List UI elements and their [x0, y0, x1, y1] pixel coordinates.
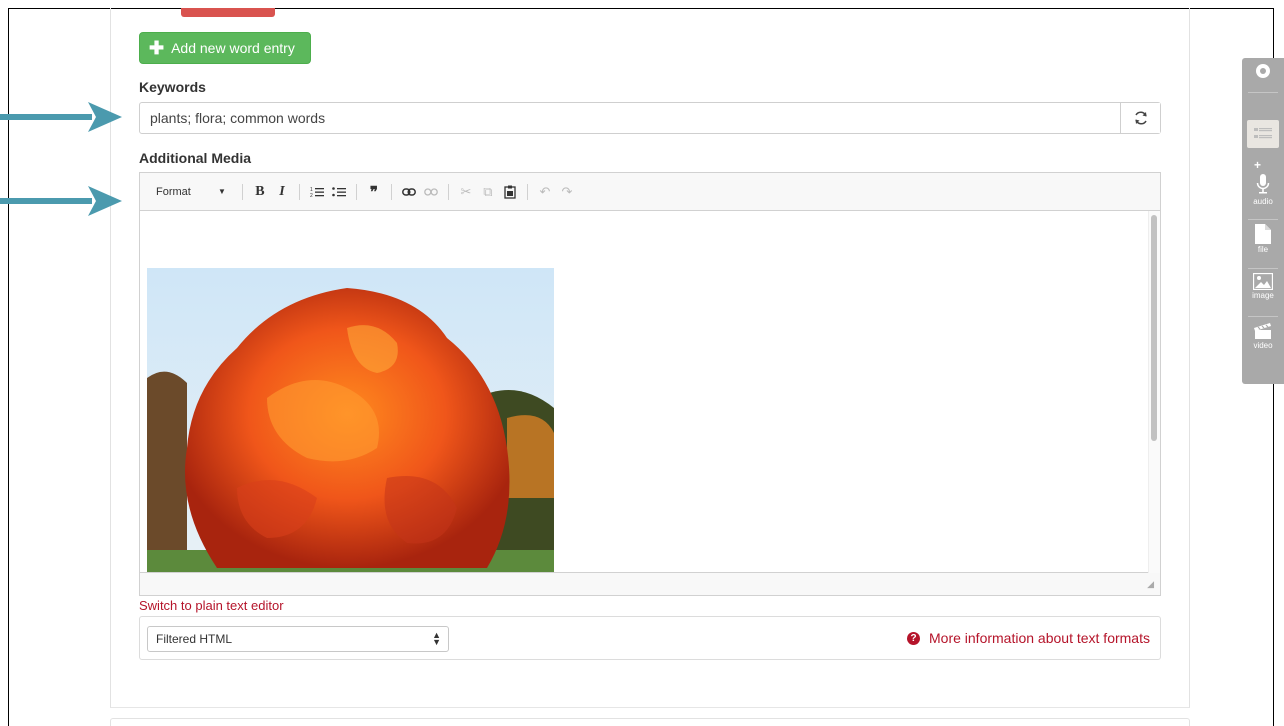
numbered-list-icon[interactable]: 12	[306, 181, 328, 203]
blockquote-icon[interactable]: ❞	[363, 181, 385, 203]
toolbar-separator	[298, 183, 300, 200]
audio-label: audio	[1253, 197, 1273, 206]
next-panel	[110, 718, 1190, 726]
add-video-button[interactable]: video	[1242, 322, 1284, 350]
image-label: image	[1252, 291, 1274, 300]
paste-icon[interactable]	[499, 181, 521, 203]
text-format-select-value: Filtered HTML	[156, 632, 233, 646]
unlink-icon[interactable]	[420, 181, 442, 203]
arrow-keywords-icon	[0, 102, 122, 132]
toolbar-separator	[390, 183, 392, 200]
arrow-media-icon	[0, 186, 122, 216]
add-icon: +	[1254, 158, 1262, 172]
add-word-entry-button[interactable]: ✚ Add new word entry	[139, 32, 311, 64]
chevron-down-icon[interactable]: ▼	[218, 187, 226, 196]
text-format-select[interactable]: Filtered HTML ▲ ▼	[147, 626, 449, 652]
cog-icon	[1256, 64, 1270, 78]
add-word-entry-label: Add new word entry	[171, 40, 295, 56]
rich-text-editor: Format ▼ B I 12 ❞ ✂ ⧉ ↶ ↷ ◢	[139, 172, 1161, 596]
toolbar-separator	[241, 183, 243, 200]
media-sidebar: + audio file image video	[1242, 58, 1284, 384]
editor-scrollbar-thumb[interactable]	[1151, 215, 1157, 441]
video-label: video	[1253, 341, 1273, 350]
sidebar-toggle[interactable]	[1242, 58, 1284, 84]
bullet-list-icon[interactable]	[328, 181, 350, 203]
image-icon	[1253, 273, 1273, 290]
redo-icon[interactable]: ↷	[556, 181, 578, 203]
text-format-box: Filtered HTML ▲ ▼ ? More information abou…	[139, 616, 1161, 660]
add-image-button[interactable]: image	[1242, 273, 1284, 300]
editor-content-area[interactable]	[140, 211, 1160, 573]
toolbar-separator	[447, 183, 449, 200]
switch-plain-text-link[interactable]: Switch to plain text editor	[139, 598, 284, 613]
question-icon: ?	[907, 631, 920, 645]
more-info-label: More information about text formats	[929, 630, 1150, 646]
additional-media-label: Additional Media	[139, 150, 251, 166]
resize-handle-icon[interactable]: ◢	[1147, 579, 1154, 590]
sidebar-divider	[1248, 316, 1278, 317]
undo-icon[interactable]: ↶	[534, 181, 556, 203]
editor-toolbar: Format ▼ B I 12 ❞ ✂ ⧉ ↶ ↷	[140, 173, 1160, 211]
format-dropdown[interactable]: Format	[156, 186, 218, 198]
refresh-icon	[1134, 111, 1147, 125]
clapperboard-icon	[1254, 323, 1271, 339]
add-audio-button[interactable]: + audio	[1242, 158, 1284, 206]
sidebar-divider	[1248, 268, 1278, 269]
add-file-button[interactable]: file	[1242, 224, 1284, 254]
select-arrows-icon: ▲ ▼	[432, 630, 441, 647]
bold-icon[interactable]: B	[249, 181, 271, 203]
microphone-icon	[1256, 174, 1270, 194]
list-icon	[1254, 128, 1272, 139]
sidebar-divider	[1248, 92, 1278, 93]
list-view-button[interactable]	[1247, 120, 1279, 148]
file-icon	[1255, 224, 1271, 244]
remove-button-partial[interactable]	[181, 8, 275, 17]
link-icon[interactable]	[398, 181, 420, 203]
toolbar-separator	[355, 183, 357, 200]
keywords-label: Keywords	[139, 79, 206, 95]
italic-icon[interactable]: I	[271, 181, 293, 203]
editor-scrollbar[interactable]	[1148, 211, 1160, 573]
cut-icon[interactable]: ✂	[455, 181, 477, 203]
copy-icon[interactable]: ⧉	[477, 181, 499, 203]
plus-icon: ✚	[149, 38, 165, 58]
file-label: file	[1257, 245, 1269, 254]
keywords-field	[139, 102, 1161, 134]
more-info-link[interactable]: ? More information about text formats	[907, 630, 1150, 646]
svg-text:2: 2	[310, 193, 313, 198]
keywords-input[interactable]	[140, 103, 1120, 133]
keywords-refresh-button[interactable]	[1120, 103, 1160, 133]
autumn-tree-image	[147, 268, 554, 572]
toolbar-separator	[526, 183, 528, 200]
sidebar-divider	[1248, 219, 1278, 220]
